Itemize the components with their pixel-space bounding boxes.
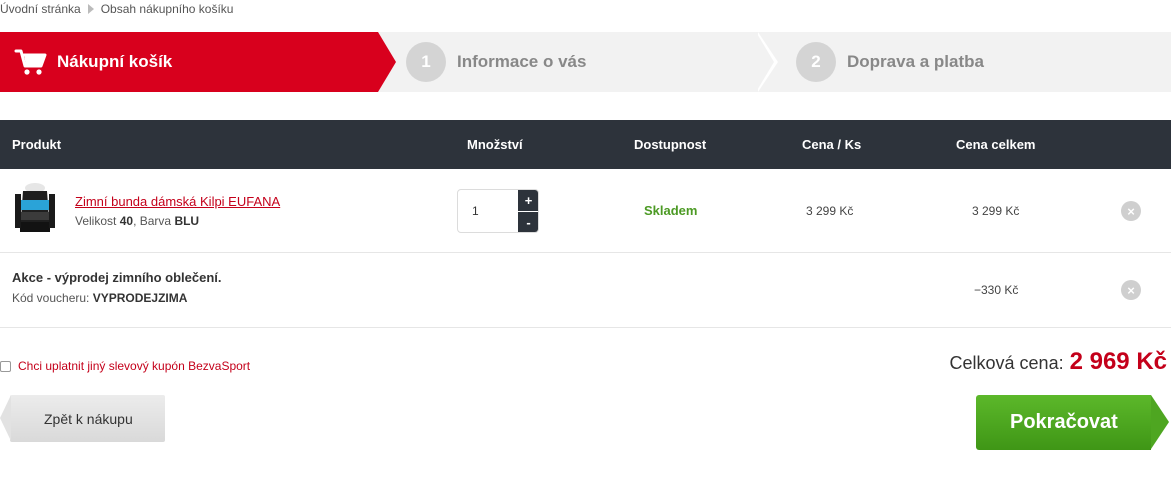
back-arrow-icon [0, 395, 11, 441]
continue-button[interactable]: Pokračovat [976, 395, 1171, 450]
size-label: Velikost [75, 214, 117, 228]
color-value: BLU [174, 214, 200, 228]
remove-item-button[interactable]: × [1121, 201, 1141, 221]
breadcrumb: Úvodní stránka Obsah nákupního košíku [0, 2, 233, 16]
coupon-checkbox[interactable] [0, 360, 11, 372]
step-shipping-label: Doprava a platba [847, 52, 984, 71]
step-info[interactable]: 1 Informace o vás [406, 32, 586, 92]
availability-status: Skladem [644, 203, 698, 218]
quantity-stepper[interactable]: 1 + - [457, 189, 539, 233]
total-label: Celková cena: [949, 353, 1064, 373]
discount-amount: −330 Kč [974, 283, 1019, 297]
total-value: 2 969 Kč [1069, 348, 1167, 375]
cart-table-header: Produkt Množství Dostupnost Cena / Ks Ce… [0, 120, 1171, 169]
remove-discount-button[interactable]: × [1121, 280, 1141, 300]
breadcrumb-home-link[interactable]: Úvodní stránka [0, 2, 81, 16]
step-cart[interactable]: Nákupní košík [0, 32, 396, 92]
checkout-steps: Nákupní košík 1 Informace o vás 2 Doprav… [0, 32, 1171, 92]
back-button-label: Zpět k nákupu [44, 411, 133, 427]
table-row: Zimní bunda dámská Kilpi EUFANA Velikost… [0, 169, 1171, 253]
header-unit-price: Cena / Ks [802, 137, 862, 152]
product-thumbnail[interactable] [15, 182, 55, 236]
breadcrumb-current: Obsah nákupního košíku [100, 2, 234, 16]
color-label: Barva [139, 214, 172, 228]
step-shipping-number: 2 [796, 42, 836, 82]
quantity-increase-button[interactable]: + [518, 190, 538, 211]
size-value: 40 [119, 214, 134, 228]
step-cart-label: Nákupní košík [57, 52, 173, 71]
step-info-label: Informace o vás [457, 52, 587, 71]
cart-icon [14, 49, 47, 75]
discount-title: Akce - výprodej zimního oblečení. [12, 270, 222, 285]
header-total-price: Cena celkem [956, 137, 1036, 152]
coupon-label[interactable]: Chci uplatnit jiný slevový kupón BezvaSp… [18, 359, 250, 373]
header-availability: Dostupnost [634, 137, 707, 152]
step-info-number: 1 [406, 42, 446, 82]
continue-arrow-icon [1151, 395, 1169, 449]
order-total: Celková cena: 2 969 Kč [950, 348, 1167, 376]
breadcrumb-arrow-icon [87, 4, 94, 14]
total-price: 3 299 Kč [972, 204, 1020, 218]
unit-price: 3 299 Kč [806, 204, 854, 218]
table-row: Akce - výprodej zimního oblečení. Kód vo… [0, 253, 1171, 328]
back-to-shopping-button[interactable]: Zpět k nákupu [0, 395, 165, 442]
header-product: Produkt [12, 137, 62, 152]
product-variant: Velikost 40, Barva BLU [75, 214, 200, 228]
header-quantity: Množství [467, 137, 523, 152]
voucher-code-label: Kód voucheru: [12, 291, 90, 305]
product-name-link[interactable]: Zimní bunda dámská Kilpi EUFANA [75, 194, 280, 209]
continue-button-label: Pokračovat [1010, 411, 1118, 433]
quantity-decrease-button[interactable]: - [518, 212, 538, 232]
quantity-input[interactable]: 1 [472, 204, 479, 218]
coupon-option[interactable]: Chci uplatnit jiný slevový kupón BezvaSp… [0, 359, 250, 373]
step-separator [756, 32, 774, 92]
voucher-code-value: VYPRODEJZIMA [92, 291, 188, 305]
step-shipping[interactable]: 2 Doprava a platba [796, 32, 984, 92]
discount-code: Kód voucheru: VYPRODEJZIMA [12, 291, 187, 305]
